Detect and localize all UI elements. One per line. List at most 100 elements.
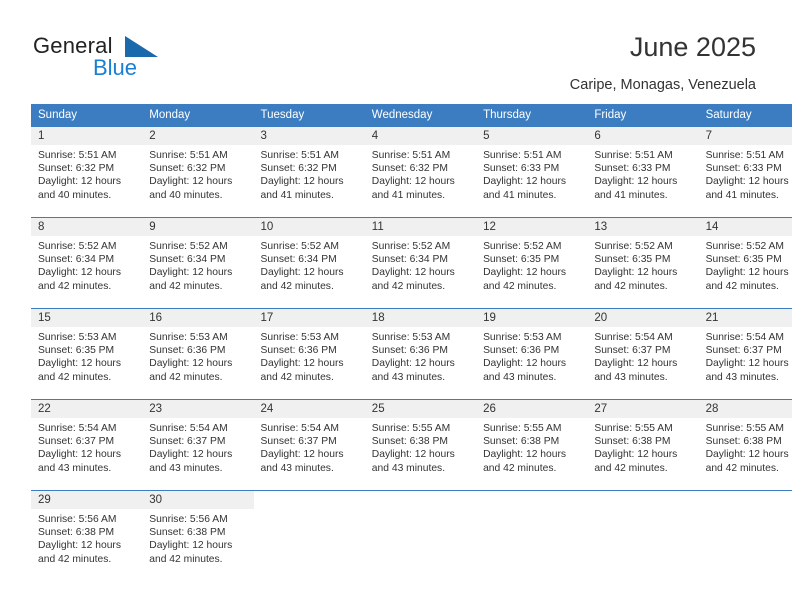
calendar-week-row: 1 Sunrise: 5:51 AM Sunset: 6:32 PM Daylight…	[31, 127, 792, 206]
week-spacer-cell	[31, 388, 792, 399]
day-details: Sunrise: 5:51 AM Sunset: 6:32 PM Daylight:…	[31, 145, 142, 202]
sunrise-text: Sunrise: 5:53 AM	[38, 332, 117, 343]
daylight-text-line2: and 43 minutes.	[38, 462, 112, 474]
sunset-text: Sunset: 6:38 PM	[38, 527, 115, 539]
sunrise-text: Sunrise: 5:52 AM	[594, 241, 673, 252]
weekday-header-tuesday: Tuesday	[253, 104, 365, 126]
day-number: 16	[142, 309, 254, 327]
sunrise-text: Sunrise: 5:51 AM	[260, 150, 339, 161]
daylight-text-line2: and 42 minutes.	[38, 553, 112, 565]
daylight-text-line1: Daylight: 12 hours	[705, 358, 789, 370]
day-details: Sunrise: 5:51 AM Sunset: 6:32 PM Daylight:…	[142, 145, 253, 202]
day-details: Sunrise: 5:52 AM Sunset: 6:35 PM Daylight:…	[476, 236, 587, 293]
day-number: 14	[698, 218, 792, 236]
calendar-day-cell[interactable]: 17 Sunrise: 5:53 AM Sunset: 6:36 PM Dayligh…	[253, 309, 365, 388]
calendar-day-cell[interactable]: 14 Sunrise: 5:52 AM Sunset: 6:35 PM Dayligh…	[698, 218, 792, 297]
calendar-day-cell[interactable]: 2 Sunrise: 5:51 AM Sunset: 6:32 PM Daylight…	[142, 127, 254, 206]
calendar-day-cell[interactable]: 1 Sunrise: 5:51 AM Sunset: 6:32 PM Daylight…	[31, 127, 143, 206]
day-number	[587, 491, 699, 509]
sunrise-text: Sunrise: 5:51 AM	[38, 150, 117, 161]
daylight-text-line2: and 43 minutes.	[594, 371, 668, 383]
calendar-day-cell[interactable]: 27 Sunrise: 5:55 AM Sunset: 6:38 PM Dayligh…	[587, 400, 699, 479]
day-details: Sunrise: 5:55 AM Sunset: 6:38 PM Daylight:…	[587, 418, 698, 475]
daylight-text-line1: Daylight: 12 hours	[38, 267, 121, 279]
calendar-day-cell[interactable]: 5 Sunrise: 5:51 AM Sunset: 6:33 PM Daylight…	[476, 127, 588, 206]
day-details: Sunrise: 5:54 AM Sunset: 6:37 PM Daylight:…	[142, 418, 253, 475]
sunset-text: Sunset: 6:33 PM	[483, 163, 560, 175]
calendar-day-cell[interactable]: 8 Sunrise: 5:52 AM Sunset: 6:34 PM Daylight…	[31, 218, 143, 297]
day-details: Sunrise: 5:54 AM Sunset: 6:37 PM Daylight:…	[31, 418, 142, 475]
calendar-day-cell[interactable]: 23 Sunrise: 5:54 AM Sunset: 6:37 PM Dayligh…	[142, 400, 254, 479]
daylight-text-line2: and 42 minutes.	[149, 553, 223, 565]
week-spacer	[31, 297, 792, 308]
calendar-empty-cell	[364, 491, 477, 570]
daylight-text-line2: and 40 minutes.	[149, 189, 223, 201]
sunrise-text: Sunrise: 5:55 AM	[483, 423, 562, 434]
daylight-text-line2: and 43 minutes.	[371, 462, 446, 474]
weekday-header-thursday: Thursday	[476, 104, 588, 126]
calendar-day-cell[interactable]: 18 Sunrise: 5:53 AM Sunset: 6:36 PM Dayligh…	[364, 309, 477, 388]
calendar-day-cell[interactable]: 11 Sunrise: 5:52 AM Sunset: 6:34 PM Dayligh…	[364, 218, 477, 297]
day-number	[364, 491, 477, 509]
day-details: Sunrise: 5:53 AM Sunset: 6:35 PM Daylight:…	[31, 327, 142, 384]
daylight-text-line2: and 43 minutes.	[149, 462, 223, 474]
sunrise-text: Sunrise: 5:55 AM	[371, 423, 451, 434]
sunrise-text: Sunrise: 5:54 AM	[38, 423, 117, 434]
calendar-day-cell[interactable]: 16 Sunrise: 5:53 AM Sunset: 6:36 PM Dayligh…	[142, 309, 254, 388]
daylight-text-line2: and 40 minutes.	[38, 189, 112, 201]
day-number: 3	[253, 127, 365, 145]
sunset-text: Sunset: 6:37 PM	[705, 345, 782, 357]
day-number: 6	[587, 127, 699, 145]
logo: General Blue	[33, 33, 203, 80]
calendar-day-cell[interactable]: 4 Sunrise: 5:51 AM Sunset: 6:32 PM Daylight…	[364, 127, 477, 206]
sunrise-text: Sunrise: 5:51 AM	[149, 150, 228, 161]
calendar-day-cell[interactable]: 29 Sunrise: 5:56 AM Sunset: 6:38 PM Dayligh…	[31, 491, 143, 570]
weekday-header-sunday: Sunday	[31, 104, 143, 126]
day-number	[476, 491, 588, 509]
calendar-day-cell[interactable]: 10 Sunrise: 5:52 AM Sunset: 6:34 PM Dayligh…	[253, 218, 365, 297]
calendar-day-cell[interactable]: 13 Sunrise: 5:52 AM Sunset: 6:35 PM Dayligh…	[587, 218, 699, 297]
day-number: 10	[253, 218, 365, 236]
daylight-text-line1: Daylight: 12 hours	[260, 358, 344, 370]
calendar-page: General Blue June 2025 Caripe, Monagas, …	[0, 0, 792, 612]
calendar-day-cell[interactable]: 21 Sunrise: 5:54 AM Sunset: 6:37 PM Dayligh…	[698, 309, 792, 388]
sunset-text: Sunset: 6:38 PM	[705, 436, 782, 448]
daylight-text-line1: Daylight: 12 hours	[260, 176, 344, 188]
calendar-day-cell[interactable]: 20 Sunrise: 5:54 AM Sunset: 6:37 PM Dayligh…	[587, 309, 699, 388]
daylight-text-line2: and 41 minutes.	[483, 189, 557, 201]
day-number: 17	[253, 309, 365, 327]
day-details: Sunrise: 5:53 AM Sunset: 6:36 PM Daylight:…	[142, 327, 253, 384]
day-details: Sunrise: 5:51 AM Sunset: 6:33 PM Daylight:…	[587, 145, 698, 202]
calendar-day-cell[interactable]: 25 Sunrise: 5:55 AM Sunset: 6:38 PM Dayligh…	[364, 400, 477, 479]
sunset-text: Sunset: 6:34 PM	[260, 254, 337, 266]
daylight-text-line2: and 42 minutes.	[149, 371, 223, 383]
calendar-day-cell[interactable]: 7 Sunrise: 5:51 AM Sunset: 6:33 PM Daylight…	[698, 127, 792, 206]
daylight-text-line1: Daylight: 12 hours	[149, 267, 233, 279]
calendar-day-cell[interactable]: 30 Sunrise: 5:56 AM Sunset: 6:38 PM Dayligh…	[142, 491, 254, 570]
calendar-day-cell[interactable]: 6 Sunrise: 5:51 AM Sunset: 6:33 PM Daylight…	[587, 127, 699, 206]
calendar-body: 1 Sunrise: 5:51 AM Sunset: 6:32 PM Daylight…	[31, 126, 792, 570]
calendar-day-cell[interactable]: 28 Sunrise: 5:55 AM Sunset: 6:38 PM Dayligh…	[698, 400, 792, 479]
day-number: 24	[253, 400, 365, 418]
calendar-day-cell[interactable]: 15 Sunrise: 5:53 AM Sunset: 6:35 PM Dayligh…	[31, 309, 143, 388]
calendar-day-cell[interactable]: 24 Sunrise: 5:54 AM Sunset: 6:37 PM Dayligh…	[253, 400, 365, 479]
calendar-day-cell[interactable]: 3 Sunrise: 5:51 AM Sunset: 6:32 PM Daylight…	[253, 127, 365, 206]
calendar-day-cell[interactable]: 9 Sunrise: 5:52 AM Sunset: 6:34 PM Daylight…	[142, 218, 254, 297]
sunrise-text: Sunrise: 5:54 AM	[594, 332, 673, 343]
daylight-text-line1: Daylight: 12 hours	[594, 358, 678, 370]
sunrise-text: Sunrise: 5:54 AM	[705, 332, 785, 343]
calendar-day-cell[interactable]: 22 Sunrise: 5:54 AM Sunset: 6:37 PM Dayligh…	[31, 400, 143, 479]
sunset-text: Sunset: 6:38 PM	[149, 527, 226, 539]
daylight-text-line2: and 42 minutes.	[705, 462, 779, 474]
calendar-week-row: 29 Sunrise: 5:56 AM Sunset: 6:38 PM Dayligh…	[31, 491, 792, 570]
day-details: Sunrise: 5:55 AM Sunset: 6:38 PM Daylight:…	[365, 418, 476, 475]
day-number: 15	[31, 309, 143, 327]
calendar-day-cell[interactable]: 19 Sunrise: 5:53 AM Sunset: 6:36 PM Dayligh…	[476, 309, 588, 388]
sunrise-text: Sunrise: 5:53 AM	[260, 332, 339, 343]
calendar-day-cell[interactable]: 26 Sunrise: 5:55 AM Sunset: 6:38 PM Dayligh…	[476, 400, 588, 479]
sunrise-text: Sunrise: 5:53 AM	[371, 332, 451, 343]
day-details: Sunrise: 5:51 AM Sunset: 6:33 PM Daylight:…	[476, 145, 587, 202]
calendar-day-cell[interactable]: 12 Sunrise: 5:52 AM Sunset: 6:35 PM Dayligh…	[476, 218, 588, 297]
sunrise-text: Sunrise: 5:53 AM	[149, 332, 228, 343]
day-details: Sunrise: 5:51 AM Sunset: 6:33 PM Daylight:…	[699, 145, 792, 202]
